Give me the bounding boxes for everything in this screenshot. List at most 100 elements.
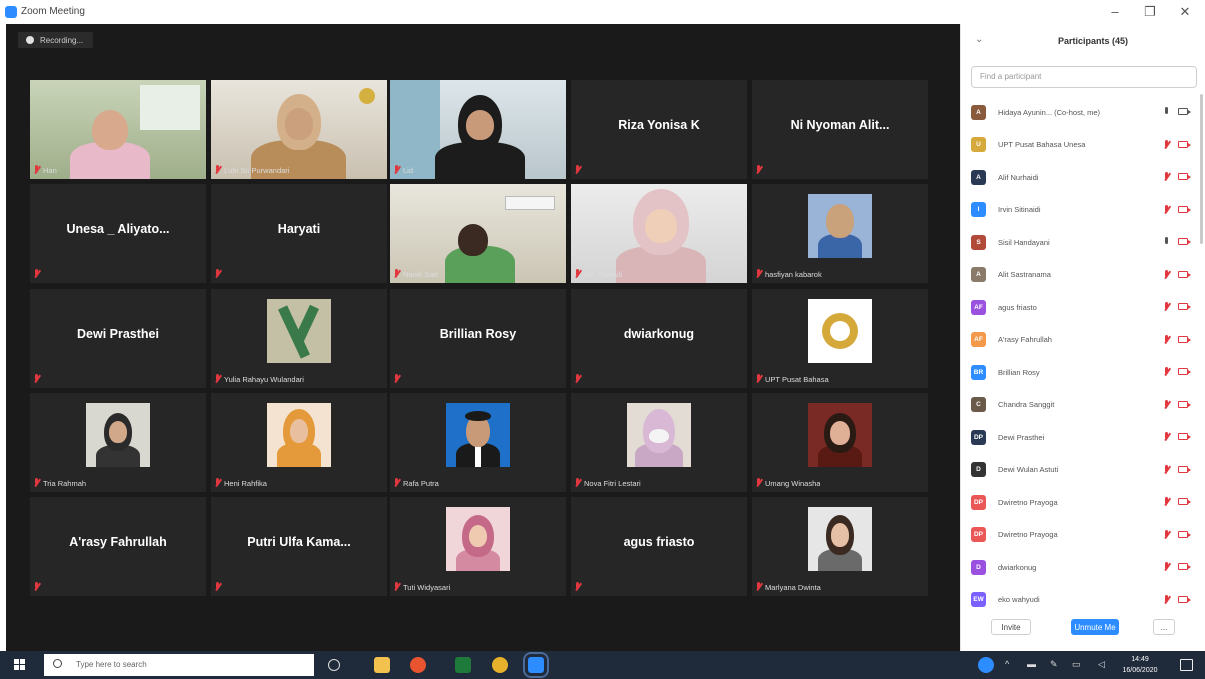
pen-icon[interactable]: ✎ [1050,659,1058,670]
participant-row[interactable]: I Irvin Sitinaidi [971,194,1197,227]
participant-video-tile[interactable]: UPT Pusat Bahasa [752,289,928,388]
mic-muted-icon[interactable] [1163,464,1171,475]
more-button[interactable]: ... [1153,619,1175,635]
tray-app-icon[interactable] [978,657,994,673]
mic-muted-icon[interactable] [1163,204,1171,215]
video-off-icon[interactable] [1178,368,1191,375]
participant-video-tile[interactable]: Han [30,80,206,179]
tile-name-label [33,581,40,593]
participant-list-scrollbar[interactable] [1200,94,1203,244]
mic-muted-icon[interactable] [1163,497,1171,507]
recording-indicator[interactable]: Recording... [18,32,94,48]
participant-video-tile[interactable]: Yulia Rahayu Wulandari [211,289,387,388]
invite-button[interactable]: Invite [991,619,1031,635]
close-icon[interactable]: ✕ [1175,4,1195,20]
unmute-me-button[interactable]: Unmute Me [1071,619,1119,635]
mic-muted-icon[interactable] [1163,172,1171,182]
participant-video-tile[interactable]: dwiarkonug [571,289,747,388]
participant-row[interactable]: BR Brillian Rosy [971,356,1197,389]
video-off-icon[interactable] [1178,205,1191,213]
video-off-icon[interactable] [1178,465,1191,473]
video-off-icon[interactable] [1178,433,1191,440]
participant-video-tile[interactable]: Umang Winasha [752,393,928,492]
participant-row[interactable]: DP Dwiretno Prayoga [971,486,1197,519]
participant-row[interactable]: A Alit Sastranama [971,259,1197,292]
volume-icon[interactable]: ◁ [1098,659,1105,670]
mic-muted-icon[interactable] [1163,529,1171,540]
participant-row[interactable]: AF A'rasy Fahrullah [971,324,1197,357]
minimize-icon[interactable]: – [1105,4,1125,19]
video-on-icon[interactable] [1178,108,1191,115]
participant-avatar: A [971,267,986,283]
participant-video-tile[interactable]: Unesa _ Aliyato... [30,184,206,283]
notification-icon[interactable] [1180,659,1193,671]
taskbar-clock[interactable]: 14:49 16/06/2020 [1122,654,1158,676]
participant-video-tile[interactable]: Putri Ulfa Kama... [211,497,387,596]
video-off-icon[interactable] [1178,270,1191,278]
mic-muted-icon[interactable] [1163,562,1171,572]
participant-video-tile[interactable]: NC_Nurlaili [571,184,747,283]
participant-search-input[interactable]: Find a participant [971,66,1197,88]
participant-video-tile[interactable]: Lid [390,80,566,179]
participant-row[interactable]: DP Dewi Prasthei [971,421,1197,454]
participant-video-tile[interactable]: Haryati [211,184,387,283]
mic-muted-icon[interactable] [1163,432,1171,442]
video-off-icon[interactable] [1178,530,1191,538]
video-off-icon[interactable] [1178,303,1191,310]
mic-muted-icon[interactable] [1163,367,1171,377]
participant-video-tile[interactable]: Rafa Putra [390,393,566,492]
participant-video-tile[interactable]: Heni Rahfika [211,393,387,492]
video-off-icon[interactable] [1178,400,1191,408]
participant-video-tile[interactable]: agus friasto [571,497,747,596]
participant-video-tile[interactable]: Lubi Sri Purwandari [211,80,387,179]
video-off-icon[interactable] [1178,563,1191,570]
mic-on-icon[interactable] [1163,237,1171,247]
participant-row[interactable]: D Dewi Wulan Astuti [971,454,1197,487]
mic-muted-icon[interactable] [1163,399,1171,410]
mic-muted-icon[interactable] [1163,139,1171,150]
video-off-icon[interactable] [1178,173,1191,180]
mic-on-icon[interactable] [1163,107,1171,117]
network-icon[interactable]: ▬ [1027,659,1036,669]
taskbar-search-box[interactable]: Type here to search [44,654,314,676]
participant-video-tile[interactable]: A'rasy Fahrullah [30,497,206,596]
participant-video-tile[interactable]: Marlyana Dwinta [752,497,928,596]
participant-row[interactable]: U UPT Pusat Bahasa Unesa [971,129,1197,162]
windows-start-icon[interactable] [14,659,26,671]
video-off-icon[interactable] [1178,595,1191,603]
tray-chevron-icon[interactable]: ^ [1005,659,1009,669]
participant-video-tile[interactable]: hasfiyan kabarok [752,184,928,283]
cortana-icon[interactable] [328,659,340,671]
mic-muted-icon[interactable] [1163,269,1171,280]
video-off-icon[interactable] [1178,238,1191,245]
mic-muted-icon[interactable] [1163,334,1171,345]
participant-video-tile[interactable]: Brillian Rosy [390,289,566,388]
participant-video-tile[interactable]: Tuti Widyasari [390,497,566,596]
video-off-icon[interactable] [1178,335,1191,343]
participant-row[interactable]: A Alif Nurhaidi [971,161,1197,194]
video-off-icon[interactable] [1178,140,1191,148]
participant-row[interactable]: DP Dwiretno Prayoga [971,519,1197,552]
participant-video-tile[interactable]: Ni Nyoman Alit... [752,80,928,179]
participant-video-tile[interactable]: Nova Fitri Lestari [571,393,747,492]
participant-row[interactable]: A Hidaya Ayunin... (Co-host, me) [971,96,1197,129]
video-off-icon[interactable] [1178,498,1191,505]
participant-video-tile[interactable]: Dewi Prasthei [30,289,206,388]
participant-row[interactable]: EW eko wahyudi [971,584,1197,617]
battery-icon[interactable]: ▭ [1072,659,1081,670]
mic-muted-icon[interactable] [1163,594,1171,605]
mic-muted-icon[interactable] [1163,302,1171,312]
participant-row[interactable]: AF agus friasto [971,291,1197,324]
firefox-icon[interactable] [410,657,426,673]
participant-video-tile[interactable]: Tria Rahmah [30,393,206,492]
participant-row[interactable]: S Sisil Handayani [971,226,1197,259]
zoom-taskbar-icon[interactable] [523,652,549,678]
chrome-icon[interactable] [492,657,508,673]
maximize-icon[interactable]: ❐ [1140,4,1160,20]
excel-icon[interactable] [455,657,471,673]
file-explorer-icon[interactable] [374,657,390,673]
participant-video-tile[interactable]: Riza Yonisa K [571,80,747,179]
participant-video-tile[interactable]: Nanik Sart [390,184,566,283]
participant-row[interactable]: Ddwiarkonug [971,551,1197,584]
participant-row[interactable]: C Chandra Sanggit [971,389,1197,422]
